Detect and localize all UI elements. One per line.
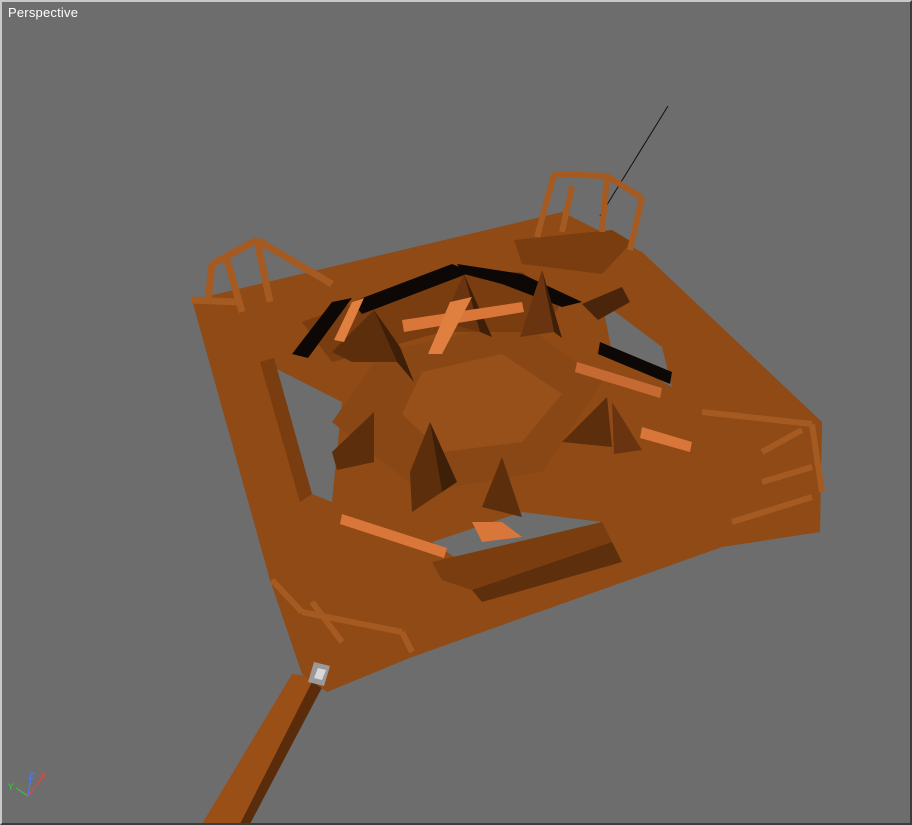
3d-model-render[interactable] (2, 2, 912, 825)
y-axis-label: Y (7, 783, 14, 793)
viewport-label[interactable]: Perspective (8, 5, 78, 20)
y-axis-line (15, 787, 29, 797)
x-axis-label: X (40, 772, 46, 782)
perspective-viewport[interactable]: Perspective Y Z X (0, 0, 912, 825)
leader-line (599, 105, 669, 217)
z-axis-label: Z (28, 772, 34, 782)
axis-gizmo: Y Z X (7, 772, 46, 797)
